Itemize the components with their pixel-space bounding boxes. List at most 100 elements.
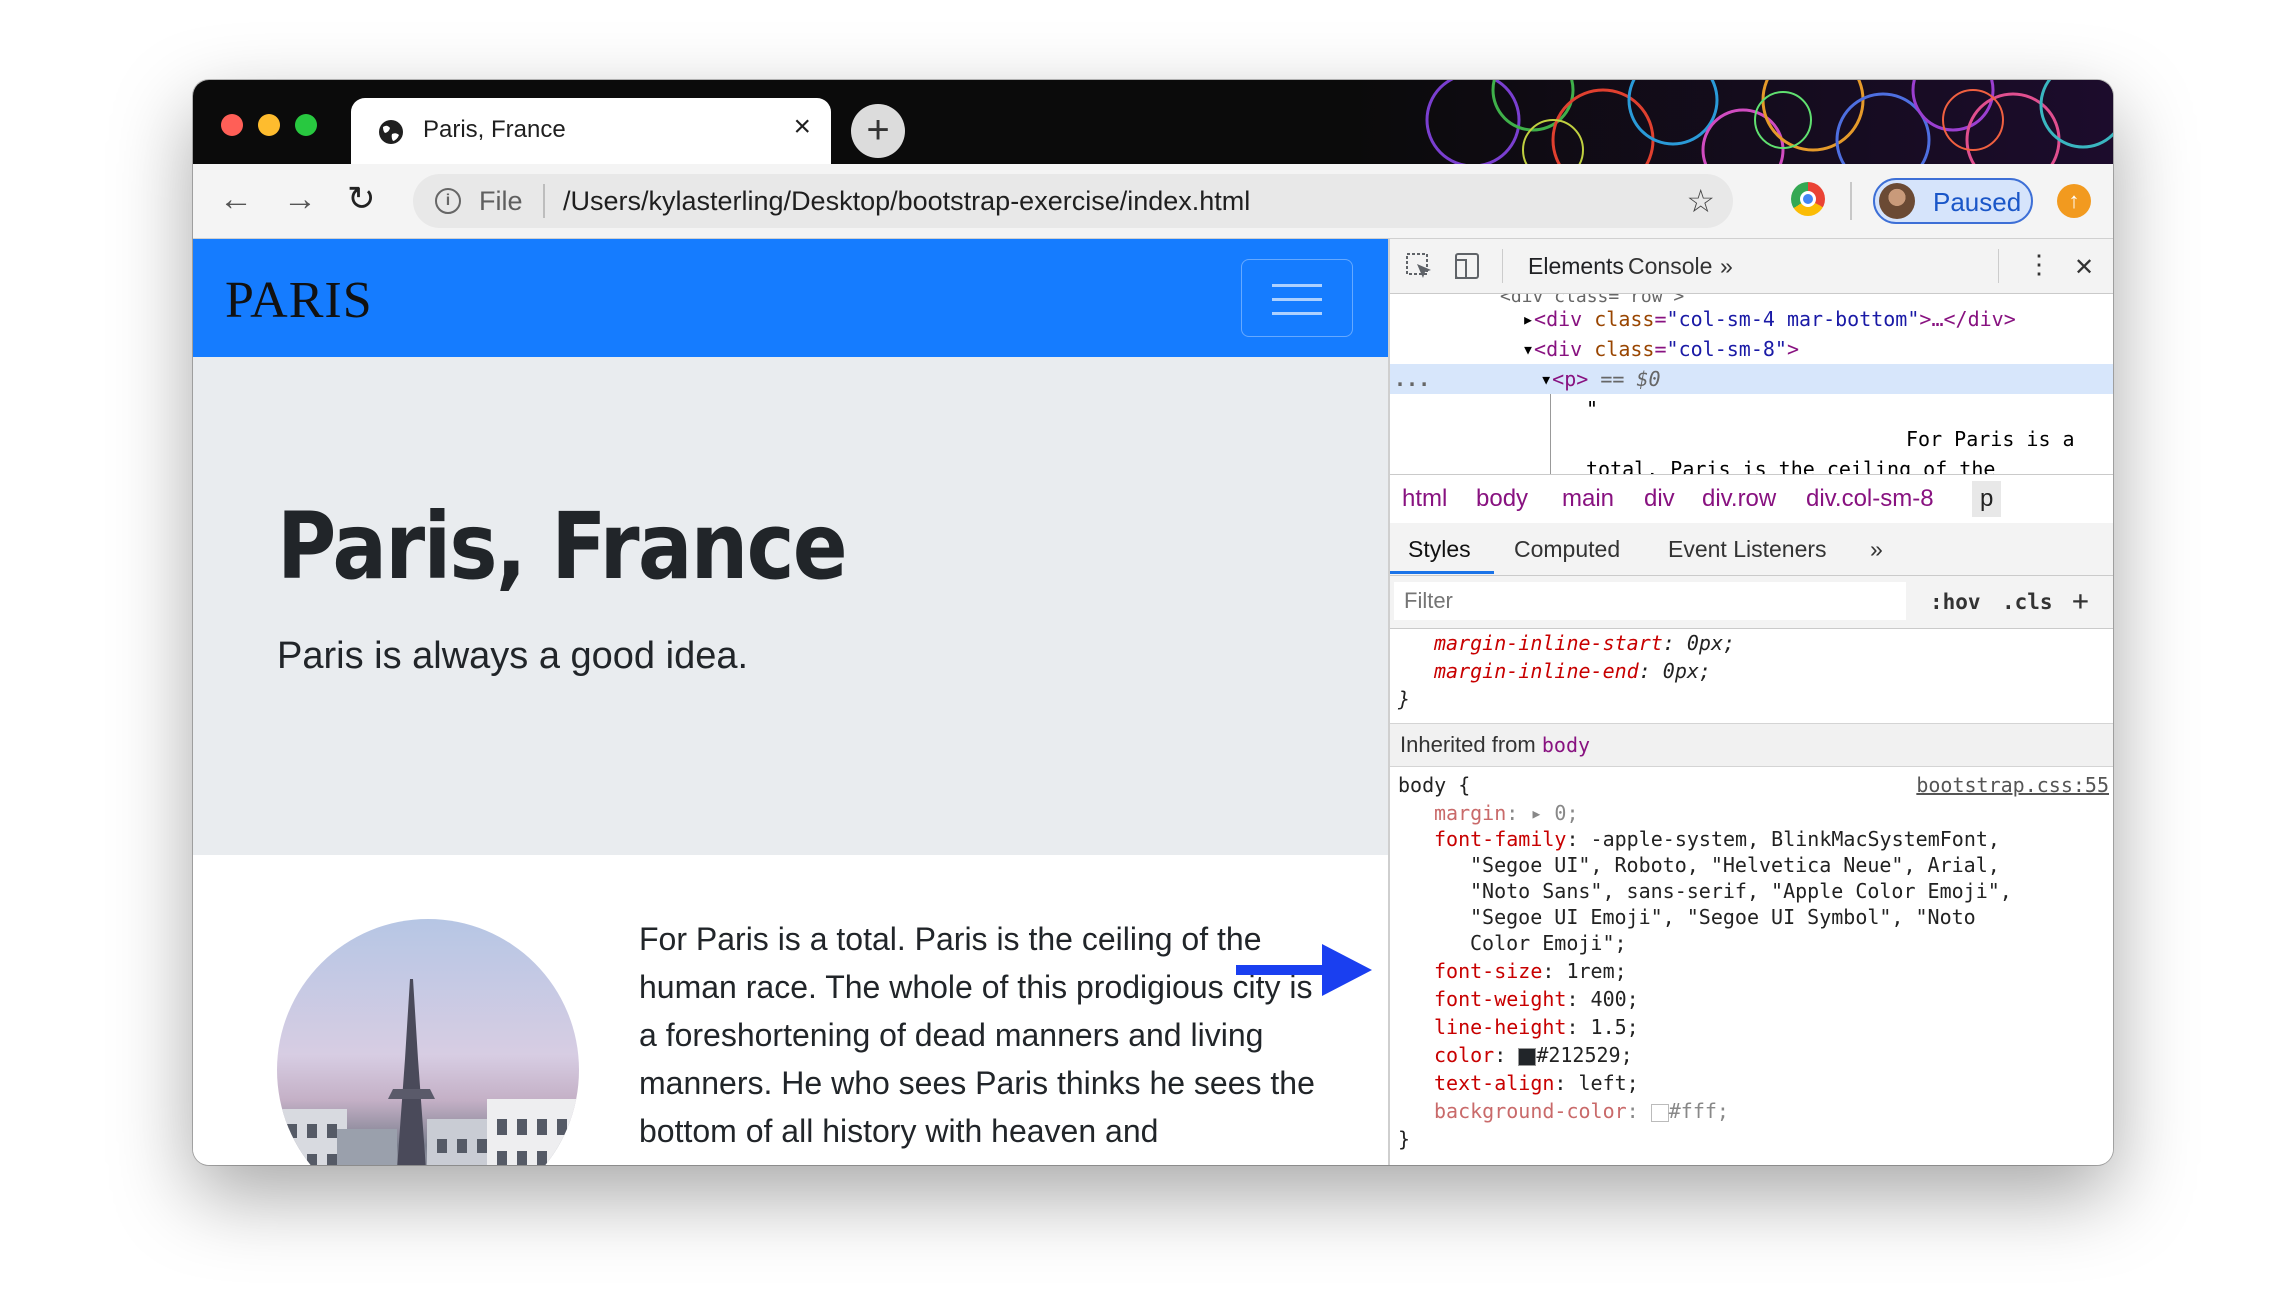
hov-toggle-button[interactable]: :hov [1930,590,1981,614]
active-tab-indicator [1390,571,1494,574]
tab-styles[interactable]: Styles [1408,536,1471,563]
url-separator [543,184,545,218]
rule-close-brace: } [1398,687,1411,711]
rule-source-link[interactable]: bootstrap.css:55 [1916,771,2109,799]
paris-photo [277,919,579,1165]
avatar [1879,183,1915,219]
lead-text: Paris is always a good idea. [277,635,749,677]
url-scheme: File [479,186,523,216]
bookmark-star-icon[interactable]: ☆ [1686,182,1715,220]
color-swatch[interactable] [1650,1103,1669,1122]
update-icon[interactable]: ↑ [2057,184,2091,218]
page-title: Paris, France [277,493,848,600]
new-tab-button[interactable]: + [851,104,905,158]
devtools-panel: Elements Console » ⋮ ✕ <div class="row">… [1388,239,2113,1165]
color-swatch[interactable] [1518,1047,1537,1066]
breadcrumb-body[interactable]: body [1476,485,1528,513]
paris-paragraph: For Paris is a total. Paris is the ceili… [639,921,1315,1149]
window-controls [221,114,317,136]
new-style-rule-button[interactable]: + [2072,584,2089,617]
hamburger-line [1272,298,1322,301]
browser-tab[interactable]: Paris, France × [351,98,831,164]
tab-console[interactable]: Console [1628,253,1712,280]
devtools-divider [1502,249,1503,283]
cls-toggle-button[interactable]: .cls [2002,590,2053,614]
browser-toolbar: ← → ↻ i File /Users/kylasterling/Desktop… [193,164,2113,239]
style-decl-margin[interactable]: margin: ▸ 0; [1390,799,2113,827]
close-window-button[interactable] [221,114,243,136]
tab-computed[interactable]: Computed [1514,536,1620,563]
style-decl-font-family-cont: "Segoe UI", Roboto, "Helvetica Neue", Ar… [1470,853,2000,877]
globe-icon [379,120,403,144]
profile-button[interactable]: Paused [1873,178,2033,224]
tab-title: Paris, France [423,116,566,143]
styles-filter-bar: :hov .cls + [1390,576,2113,629]
style-decl-margin-inline-start[interactable]: margin-inline-start: 0px; [1390,629,2113,657]
dom-tree: <div class="row"> ▸<div class="col-sm-4 … [1390,294,2113,474]
more-subtabs-icon[interactable]: » [1870,536,1883,563]
theme-art [1353,80,2113,164]
breadcrumb-div-col-sm-8[interactable]: div.col-sm-8 [1806,485,1934,513]
style-decl-background-color[interactable]: background-color: #fff; [1390,1097,2113,1125]
style-decl-margin-inline-end[interactable]: margin-inline-end: 0px; [1390,657,2113,685]
devtools-menu-icon[interactable]: ⋮ [2026,249,2052,280]
style-decl-font-weight[interactable]: font-weight: 400; [1390,985,2113,1013]
breadcrumb-p[interactable]: p [1972,481,2002,517]
navbar-toggler-button[interactable] [1241,259,1353,337]
address-bar[interactable]: i File /Users/kylasterling/Desktop/boots… [413,174,1733,228]
paris-skyline-image [277,979,579,1165]
reload-button[interactable]: ↻ [347,182,376,216]
breadcrumb-html[interactable]: html [1402,485,1447,513]
style-decl-color[interactable]: color: #212529; [1390,1041,2113,1069]
dom-line-col4[interactable]: ▸<div class="col-sm-4 mar-bottom">…</div… [1390,304,2113,334]
toolbar-divider [1850,182,1852,220]
site-brand-logo[interactable]: PARIS [225,271,373,330]
dom-line-text-quote[interactable]: " [1390,394,2113,424]
dom-line-col8[interactable]: ▾<div class="col-sm-8"> [1390,334,2113,364]
device-toolbar-icon[interactable] [1452,251,1482,281]
dom-line-text-1[interactable]: For Paris is a [1390,424,2113,454]
forward-button[interactable]: → [283,182,317,216]
minimize-window-button[interactable] [258,114,280,136]
breadcrumb-div[interactable]: div [1644,485,1675,513]
inherited-from-header: Inherited from body [1390,723,2113,767]
inherited-element-link[interactable]: body [1542,733,1590,757]
web-page: PARIS Paris, France Paris is always a go… [193,239,1388,1165]
inspect-element-icon[interactable] [1404,251,1434,281]
annotation-arrow-icon [1236,944,1372,996]
devtools-close-icon[interactable]: ✕ [2074,253,2094,282]
style-decl-font-family[interactable]: font-family: -apple-system, BlinkMacSyst… [1390,825,2113,853]
style-decl-font-family-cont: "Noto Sans", sans-serif, "Apple Color Em… [1470,879,2012,903]
dom-line-text-2[interactable]: total. Paris is the ceiling of the [1390,454,2113,474]
tab-elements[interactable]: Elements [1528,253,1624,280]
info-icon[interactable]: i [435,188,461,214]
breadcrumb-div-row[interactable]: div.row [1702,485,1776,513]
devtools-toolbar: Elements Console » ⋮ ✕ [1390,239,2113,294]
styles-filter-input[interactable] [1394,582,1906,620]
dom-line-selected-p[interactable]: ... ▾<p> == $0 [1390,364,2113,394]
style-decl-font-size[interactable]: font-size: 1rem; [1390,957,2113,985]
rule-close-brace: } [1398,1127,1411,1151]
style-decl-font-family-cont: Color Emoji"; [1470,931,1627,955]
more-tabs-icon[interactable]: » [1720,253,1733,280]
title-bar: Paris, France × + [193,80,2113,164]
back-button[interactable]: ← [219,182,253,216]
style-decl-font-family-cont: "Segoe UI Emoji", "Segoe UI Symbol", "No… [1470,905,1976,929]
breadcrumb: html body main div div.row div.col-sm-8 … [1390,474,2113,524]
jumbotron: Paris, France Paris is always a good ide… [193,357,1388,855]
hamburger-line [1272,312,1322,315]
browser-window: Paris, France × + ← → ↻ i File /Users/ky… [193,80,2113,1165]
style-decl-text-align[interactable]: text-align: left; [1390,1069,2113,1097]
style-decl-line-height[interactable]: line-height: 1.5; [1390,1013,2113,1041]
zoom-window-button[interactable] [295,114,317,136]
styles-subtabs: Styles Computed Event Listeners » [1390,523,2113,576]
breadcrumb-main[interactable]: main [1562,485,1614,513]
close-tab-icon[interactable]: × [793,112,811,142]
dom-guide-line [1550,394,1551,474]
hamburger-line [1272,284,1322,287]
devtools-divider [1998,249,1999,283]
extension-icon[interactable] [1791,182,1825,216]
profile-status: Paused [1933,187,2022,217]
url-text[interactable]: /Users/kylasterling/Desktop/bootstrap-ex… [563,186,1250,217]
tab-event-listeners[interactable]: Event Listeners [1668,536,1827,563]
